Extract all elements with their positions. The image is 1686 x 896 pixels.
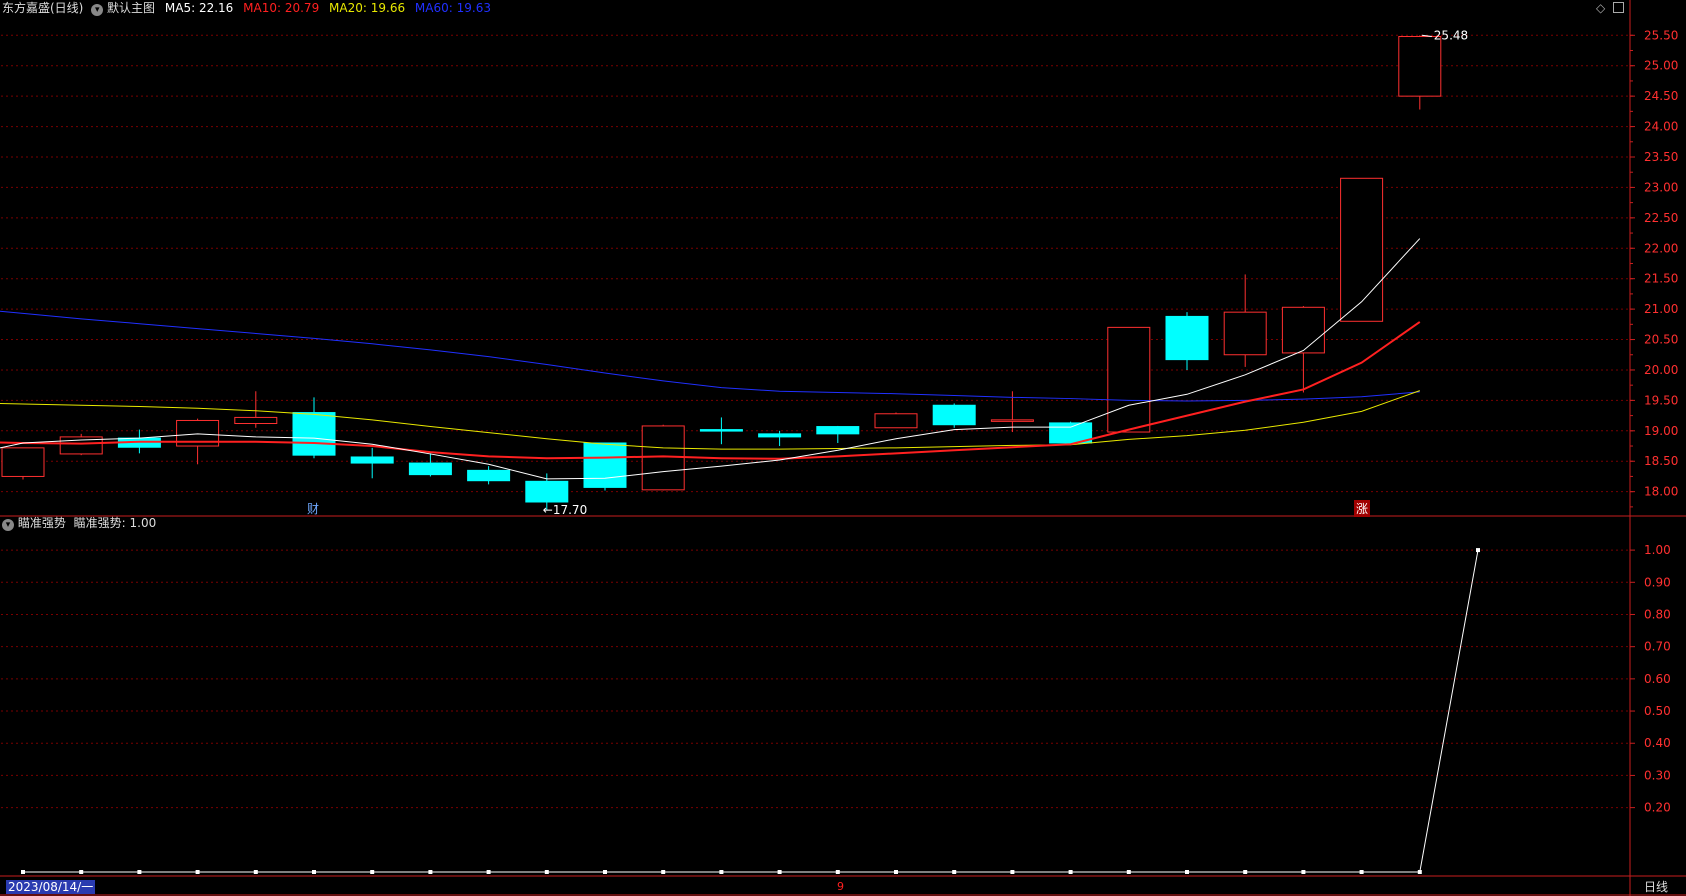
indicator-name[interactable]: 瞄准强势: [18, 516, 66, 530]
price-tick-label: 20.00: [1644, 363, 1678, 377]
candle-down: [408, 462, 452, 476]
candle-down: [350, 456, 394, 464]
candle-down: [758, 433, 802, 438]
candle-down: [467, 469, 511, 482]
candle-down: [583, 442, 627, 488]
indicator-point: [1301, 870, 1306, 874]
price-tick-label: 25.00: [1644, 59, 1678, 73]
price-tick-label: 18.00: [1644, 485, 1678, 499]
indicator-point: [195, 870, 200, 874]
indicator-point: [253, 870, 258, 874]
indicator-point: [312, 870, 316, 874]
ma5-label: MA5: 22.16: [164, 1, 234, 15]
price-tick-label: 25.50: [1644, 28, 1678, 42]
indicator-tick-label: 0.40: [1644, 736, 1671, 750]
indicator-tick-label: 0.20: [1644, 801, 1671, 815]
indicator-point: [137, 870, 142, 874]
indicator-point: [835, 870, 840, 874]
candle-up: [1, 447, 45, 477]
chevron-down-icon[interactable]: ▾: [2, 519, 14, 531]
price-tick-label: 23.00: [1644, 180, 1678, 194]
price-tick-label: 22.00: [1644, 241, 1678, 255]
kline-chart[interactable]: 18.00 18.50 19.00 19.50 20.00 20.50 21.00 21.50…: [0, 0, 1686, 896]
indicator-point: [894, 870, 898, 874]
indicator-point: [1068, 870, 1073, 874]
price-tick-label: 22.50: [1644, 211, 1678, 225]
indicator-tick-label: 1.00: [1644, 543, 1671, 557]
ma20-label: MA20: 19.66: [329, 1, 406, 15]
candle-down: [292, 412, 336, 456]
ma10-label: MA10: 20.79: [243, 1, 320, 15]
candle-down: [1165, 315, 1209, 361]
chevron-down-icon[interactable]: ▾: [91, 4, 104, 16]
indicator-point: [370, 870, 375, 874]
price-tick-label: 23.50: [1644, 150, 1678, 164]
indicator-point: [603, 870, 607, 874]
high-price-label: 25.48: [1434, 29, 1468, 43]
indicator-point: [1417, 870, 1422, 874]
price-tick-label: 21.50: [1644, 272, 1678, 286]
price-tick-label: 24.00: [1644, 120, 1678, 134]
indicator-point: [486, 870, 491, 874]
candle-down: [816, 426, 860, 435]
candle-up: [1398, 36, 1442, 97]
indicator-point: [1359, 870, 1364, 874]
candle-up: [874, 413, 918, 429]
indicator-point: [777, 870, 782, 874]
candle-up: [990, 419, 1034, 422]
stock-name[interactable]: 东方嘉盛(日线): [2, 1, 83, 15]
price-tick-label: 24.50: [1644, 89, 1678, 103]
low-price-label: ←17.70: [543, 503, 587, 517]
indicator-point: [21, 870, 25, 874]
candle-up: [1107, 326, 1151, 433]
indicator-point: [661, 870, 666, 874]
price-tick-label: 21.00: [1644, 302, 1678, 316]
main-chart-header: 东方嘉盛(日线) ▾ 默认主图 MA5: 22.16 MA10: 20.79 M…: [2, 1, 491, 16]
price-tick-label: 20.50: [1644, 333, 1678, 347]
indicator-line-value: 1.00: [129, 516, 157, 530]
indicator-line-label: 瞄准强势:: [73, 516, 126, 530]
indicator-point: [544, 870, 549, 874]
indicator-point: [1243, 870, 1248, 874]
indicator-tick-label: 0.60: [1644, 672, 1671, 686]
indicator-header: ▾ 瞄准强势 瞄准强势: 1.00: [2, 516, 156, 531]
main-chart-label[interactable]: 默认主图: [107, 1, 155, 15]
candle-down: [699, 429, 743, 432]
indicator-tick-label: 0.90: [1644, 575, 1671, 589]
month-mark: 9: [837, 880, 844, 893]
indicator-tick-label: 0.50: [1644, 704, 1671, 718]
indicator-point: [952, 870, 957, 874]
indicator-point: [1126, 870, 1131, 874]
indicator-point: [1185, 870, 1189, 874]
date-label: 2023/08/14/一: [6, 880, 96, 894]
price-tick-label: 19.50: [1644, 393, 1678, 407]
candle-up: [1281, 306, 1325, 354]
diamond-icon[interactable]: ◇: [1596, 1, 1605, 15]
candle-down: [932, 404, 976, 426]
window-icon[interactable]: [1613, 2, 1624, 13]
candle-up: [1223, 311, 1267, 356]
price-tick-label: 18.50: [1644, 454, 1678, 468]
limit-up-tag[interactable]: 涨: [1354, 500, 1371, 517]
finance-tag[interactable]: 财: [307, 500, 319, 517]
indicator-point: [719, 870, 724, 874]
price-tick-label: 19.00: [1644, 424, 1678, 438]
candle-up: [1340, 177, 1384, 322]
indicator-point: [1476, 548, 1480, 553]
indicator-point: [1010, 870, 1015, 874]
indicator-tick-label: 0.70: [1644, 640, 1671, 654]
candle-up: [234, 416, 278, 425]
candle-down: [525, 480, 569, 503]
indicator-tick-label: 0.80: [1644, 607, 1671, 621]
indicator-tick-label: 0.30: [1644, 768, 1671, 782]
candle-up: [641, 425, 685, 491]
indicator-point: [428, 870, 433, 874]
period-label[interactable]: 日线: [1644, 880, 1668, 894]
indicator-point: [79, 870, 84, 874]
ma60-label: MA60: 19.63: [414, 1, 491, 15]
